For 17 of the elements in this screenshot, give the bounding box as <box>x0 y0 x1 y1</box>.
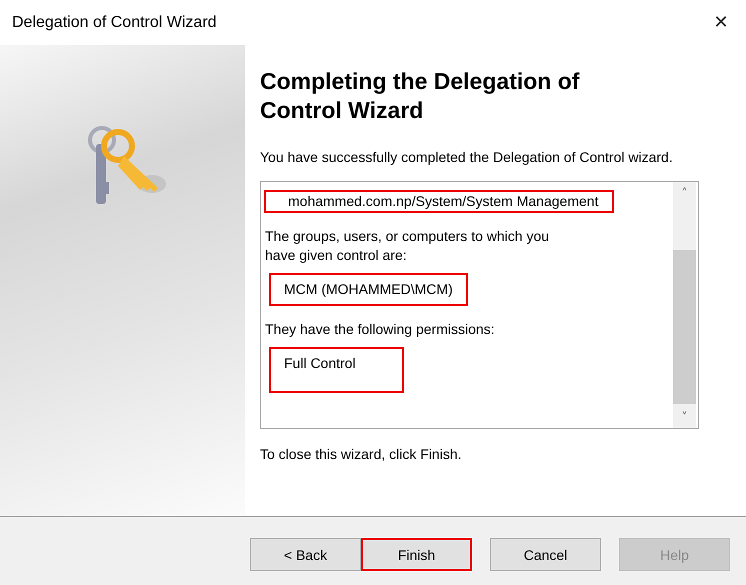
wizard-button[interactable]: Finish <box>361 538 472 571</box>
summary-value: MCM (MOHAMMED\MCM) <box>269 273 468 306</box>
scrollbar[interactable]: ˄ ˅ <box>673 182 696 428</box>
summary-value: Full Control <box>269 347 404 393</box>
scroll-up-button[interactable]: ˄ <box>682 182 688 204</box>
intro-text: You have successfully completed the Delegation of Control wizard. <box>260 148 674 167</box>
close-button[interactable]: ✕ <box>698 0 744 45</box>
wizard-heading: Completing the Delegation of Control Wizard <box>260 67 580 125</box>
summary-value: mohammed.com.np/System/System Management <box>264 190 614 213</box>
wizard-button[interactable]: < Back <box>250 538 361 571</box>
summary-text: The groups, users, or computers to which you have given control are: <box>265 227 550 265</box>
wizard-button[interactable]: Cancel <box>490 538 601 571</box>
finish-note: To close this wizard, click Finish. <box>260 446 463 462</box>
summary-text: They have the following permissions: <box>265 320 495 339</box>
window-title: Delegation of Control Wizard <box>12 14 217 32</box>
scroll-thumb[interactable] <box>673 250 696 404</box>
scroll-down-button[interactable]: ˅ <box>682 406 688 428</box>
